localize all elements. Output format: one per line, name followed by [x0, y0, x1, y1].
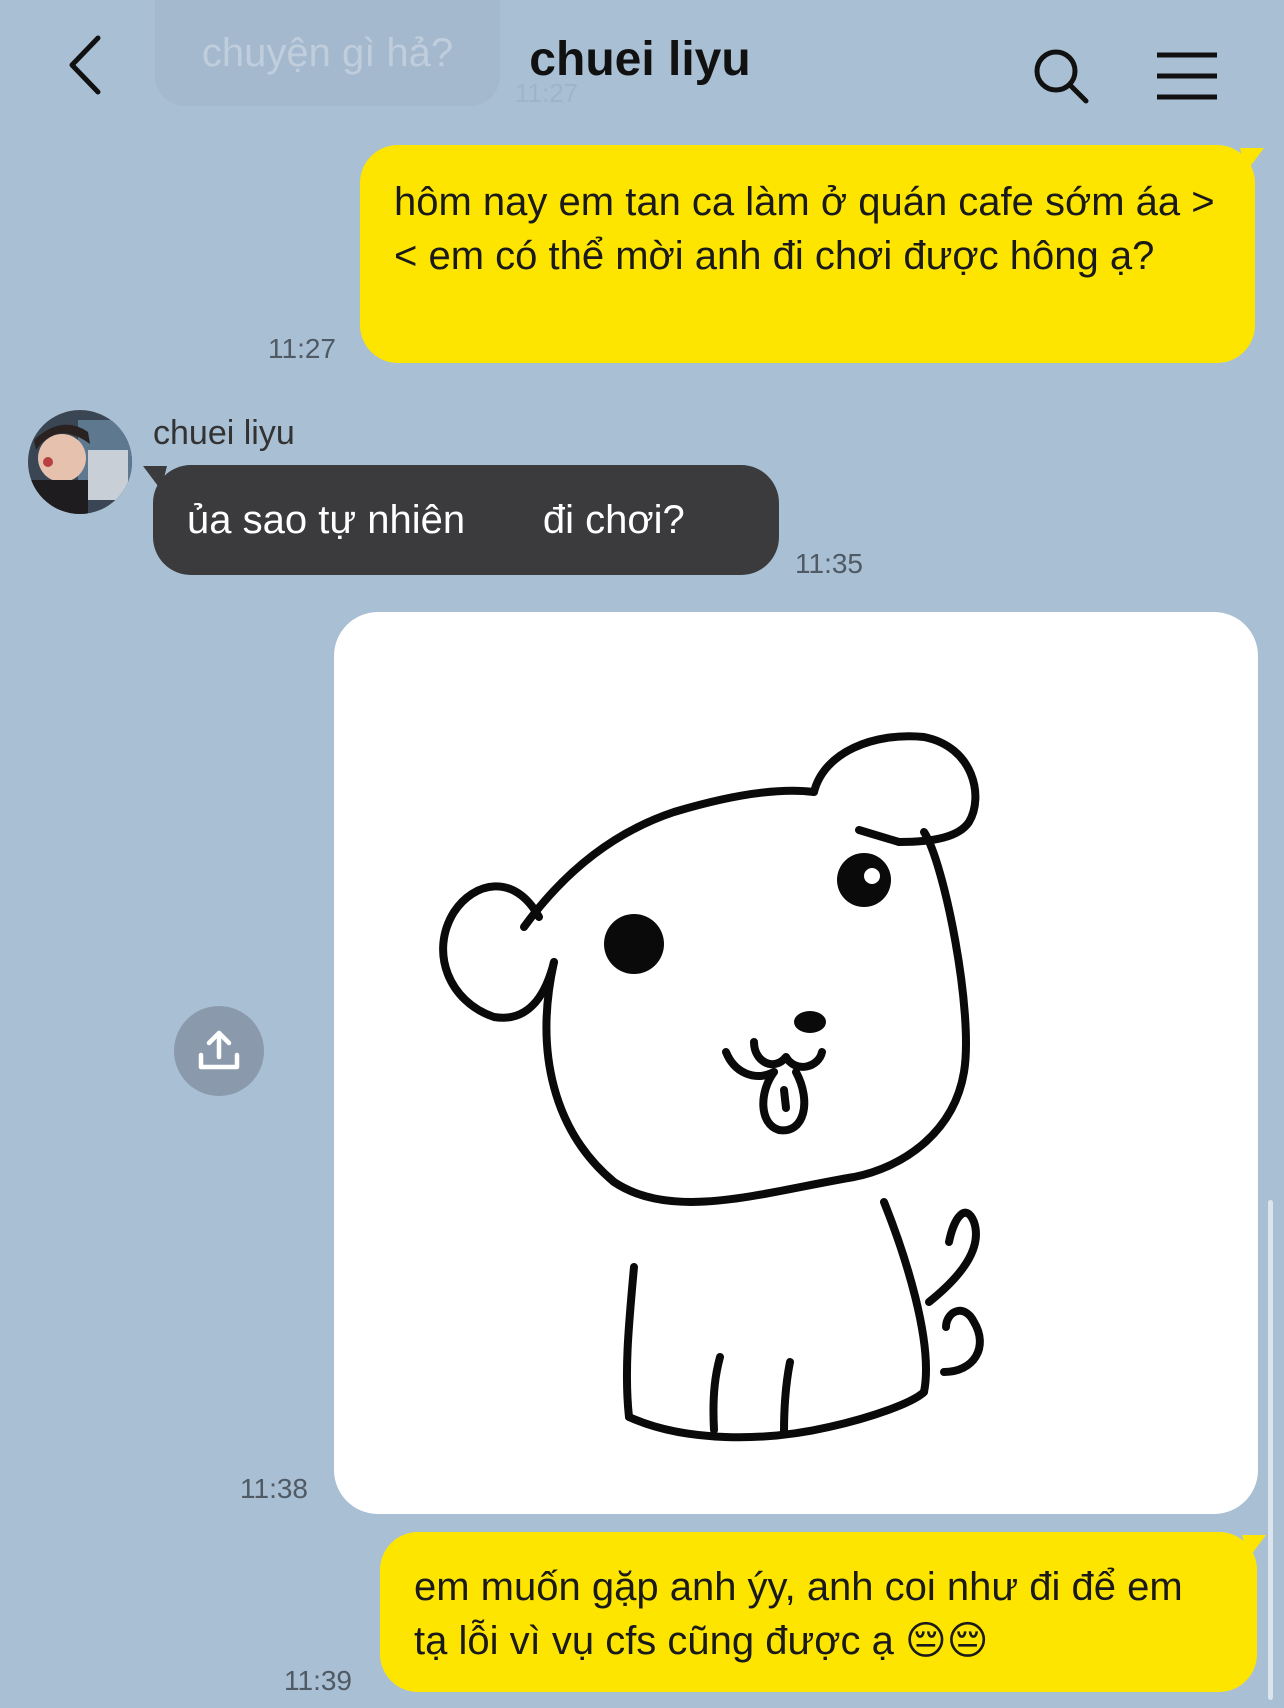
search-button[interactable]	[1030, 45, 1094, 109]
message-timestamp: 11:27	[268, 333, 336, 364]
chat-title: chuei liyu	[529, 33, 751, 86]
message-timestamp: 11:35	[795, 548, 863, 579]
message-text: ủa sao tự nhiên đi chơi?	[187, 498, 685, 542]
hamburger-menu-icon	[1157, 52, 1217, 100]
back-button[interactable]	[60, 30, 120, 100]
their-message-bubble[interactable]: ủa sao tự nhiên đi chơi?	[153, 465, 779, 575]
sticker-message[interactable]	[334, 612, 1258, 1514]
chevron-left-icon	[69, 35, 101, 95]
puppy-sticker-image	[439, 732, 984, 1442]
sender-name: chuei liyu	[153, 414, 295, 452]
my-message-bubble[interactable]: em muốn gặp anh ýy, anh coi như đi để em…	[380, 1532, 1257, 1692]
menu-button[interactable]	[1155, 50, 1219, 102]
message-timestamp: 11:39	[284, 1665, 352, 1696]
scrollbar[interactable]	[1268, 1200, 1273, 1700]
search-icon	[1034, 49, 1089, 104]
message-timestamp: 11:38	[240, 1473, 308, 1504]
avatar[interactable]	[28, 410, 132, 514]
share-upload-icon	[198, 1030, 240, 1070]
share-button[interactable]	[174, 1006, 264, 1096]
my-message-bubble[interactable]: hôm nay em tan ca làm ở quán cafe sớm áa…	[360, 145, 1255, 363]
